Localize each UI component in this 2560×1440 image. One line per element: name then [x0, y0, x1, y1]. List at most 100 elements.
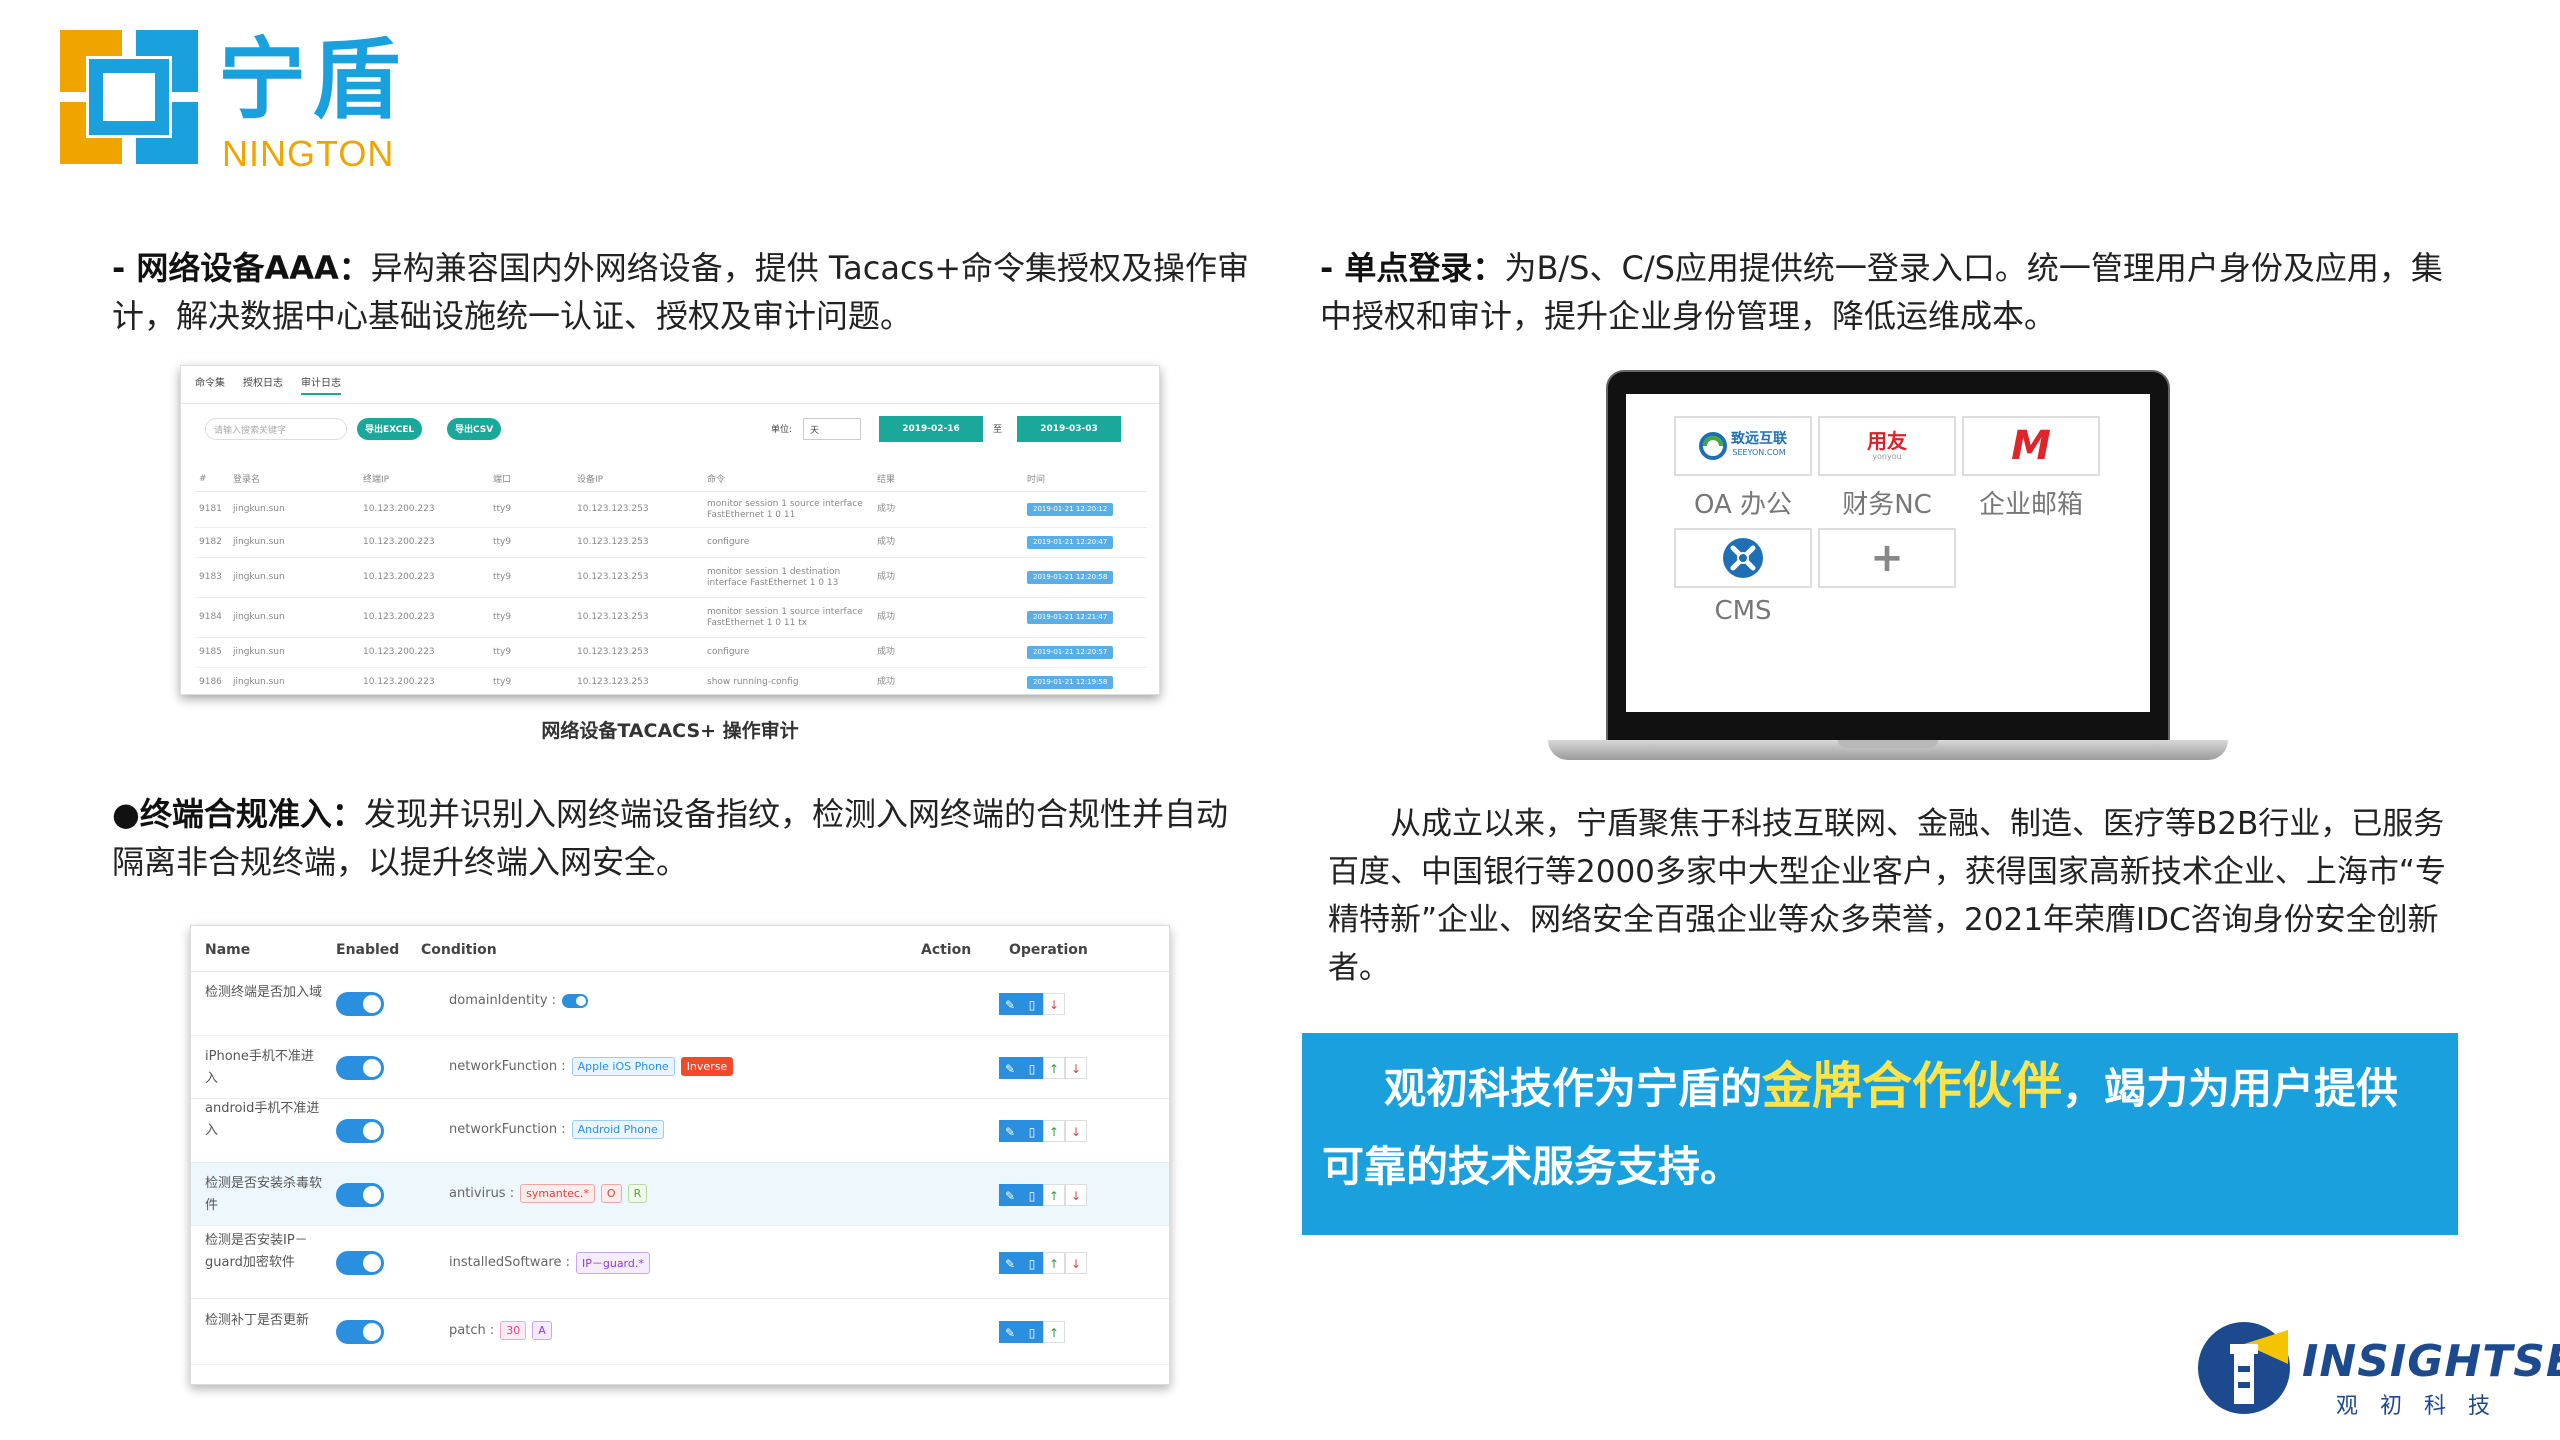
policy-condition: networkFunction : Apple iOS Phone Inverse — [449, 1056, 734, 1076]
app-cms[interactable]: CMS — [1674, 528, 1812, 626]
edit-icon[interactable]: ✎ — [999, 1120, 1021, 1142]
add-app-box: + — [1818, 528, 1956, 588]
logo-en-text: NINGTON — [222, 133, 395, 174]
export-excel-button[interactable]: 导出EXCEL — [357, 418, 423, 440]
delete-icon[interactable]: ▯ — [1021, 1056, 1043, 1079]
delete-icon[interactable]: ▯ — [1021, 1251, 1043, 1274]
policy-condition: antivirus : symantec.* O R — [449, 1183, 648, 1203]
cell-time: 2019-01-21 12:20:57 — [1023, 637, 1147, 668]
col-operation: Operation — [1009, 942, 1088, 958]
unit-select[interactable]: 天 — [803, 418, 861, 440]
policy-operations: ✎ ▯ ↓ — [999, 993, 1065, 1015]
col-terminal-ip: 终端IP — [359, 466, 489, 492]
cell-login: jingkun.sun — [229, 557, 359, 598]
edit-icon[interactable]: ✎ — [999, 1056, 1021, 1079]
tab-auth-log[interactable]: 授权日志 — [243, 374, 283, 395]
aaa-table-row: 9182 jingkun.sun 10.123.200.223 tty9 10.123.… — [195, 527, 1147, 558]
col-enabled: Enabled — [336, 942, 400, 958]
date-to-button[interactable]: 2019-03-03 — [1017, 416, 1121, 442]
app-finance-label: 财务NC — [1842, 490, 1932, 520]
edit-icon[interactable]: ✎ — [999, 1183, 1021, 1206]
condition-tag: 30 — [500, 1321, 527, 1340]
cell-port: tty9 — [489, 637, 573, 668]
aaa-audit-screenshot: 命令集 授权日志 审计日志 请输入搜索关键字 导出EXCEL 导出CSV 单位:… — [180, 365, 1160, 695]
move-up-icon[interactable]: ↑ — [1043, 1183, 1065, 1206]
app-mail[interactable]: M 企业邮箱 — [1962, 416, 2100, 521]
cell-command: monitor session 1 destination interface … — [703, 557, 873, 598]
export-csv-button[interactable]: 导出CSV — [447, 418, 502, 440]
delete-icon[interactable]: ▯ — [1021, 1183, 1043, 1206]
time-badge: 2019-01-21 12:20:47 — [1027, 536, 1114, 549]
date-from-button[interactable]: 2019-02-16 — [879, 416, 983, 442]
partner-pre: 观初科技作为宁盾的 — [1384, 1064, 1763, 1113]
aaa-search-input[interactable]: 请输入搜索关键字 — [205, 418, 347, 440]
delete-icon[interactable]: ▯ — [1021, 993, 1043, 1015]
policy-enabled-toggle[interactable] — [336, 1055, 384, 1080]
cell-time: 2019-01-21 12:20:12 — [1023, 491, 1147, 528]
cell-login: jingkun.sun — [229, 491, 359, 528]
cms-joomla-icon — [1723, 538, 1763, 578]
cell-index: 9186 — [195, 667, 229, 694]
edit-icon[interactable]: ✎ — [999, 1321, 1021, 1343]
partner-banner: 观初科技作为宁盾的金牌合作伙伴，竭力为用户提供可靠的技术服务支持。 — [1302, 1033, 2458, 1235]
move-up-icon[interactable]: ↑ — [1043, 1251, 1065, 1274]
aaa-audit-table: # 登录名 终端IP 端口 设备IP 命令 结果 时间 9181 jingkun.… — [195, 466, 1147, 694]
cell-terminal-ip: 10.123.200.223 — [359, 527, 489, 558]
company-intro: 从成立以来，宁盾聚焦于科技互联网、金融、制造、医疗等B2B行业，已服务百度、中国… — [1328, 806, 2446, 986]
nac-title: ●终端合规准入： — [112, 795, 364, 833]
cell-login: jingkun.sun — [229, 527, 359, 558]
col-index: # — [195, 466, 229, 492]
delete-icon[interactable]: ▯ — [1021, 1321, 1043, 1343]
app-oa[interactable]: 致远互联 SEEYON.COM OA 办公 — [1674, 416, 1812, 521]
move-up-icon[interactable]: ↑ — [1043, 1056, 1065, 1079]
condition-tag: R — [627, 1183, 648, 1203]
policy-operations: ✎ ▯ ↑ ↓ — [999, 1251, 1087, 1274]
aaa-table-header: # 登录名 终端IP 端口 设备IP 命令 结果 时间 — [195, 466, 1147, 492]
move-up-icon[interactable]: ↑ — [1043, 1321, 1065, 1343]
policy-condition: installedSoftware : IP－guard.* — [449, 1251, 650, 1274]
cell-terminal-ip: 10.123.200.223 — [359, 637, 489, 668]
move-down-icon[interactable]: ↓ — [1065, 1120, 1087, 1142]
policy-enabled-toggle[interactable] — [336, 1182, 384, 1207]
cell-index: 9184 — [195, 597, 229, 638]
delete-icon[interactable]: ▯ — [1021, 1120, 1043, 1142]
cell-command: show running-config — [703, 667, 873, 694]
col-time: 时间 — [1023, 466, 1147, 492]
aaa-table-body: 9181 jingkun.sun 10.123.200.223 tty9 10.123.… — [195, 491, 1147, 694]
policy-condition: patch : 30 A — [449, 1321, 552, 1340]
move-up-icon[interactable]: ↑ — [1043, 1120, 1065, 1142]
yonyou-logo-text: 用友 — [1867, 429, 1907, 453]
policy-enabled-toggle[interactable] — [336, 1250, 384, 1275]
move-down-icon[interactable]: ↓ — [1065, 1251, 1087, 1274]
app-finance[interactable]: 用友 yonyou 财务NC — [1818, 416, 1956, 521]
laptop-screen: 致远互联 SEEYON.COM OA 办公 用友 yonyou 财务NC M 企… — [1626, 394, 2150, 712]
condition-switch[interactable] — [562, 993, 589, 1008]
edit-icon[interactable]: ✎ — [999, 993, 1021, 1015]
cell-time: 2019-01-21 12:20:47 — [1023, 527, 1147, 558]
partner-highlight: 金牌合作伙伴 — [1762, 1057, 2063, 1115]
tab-audit-log[interactable]: 审计日志 — [301, 374, 341, 395]
cell-index: 9185 — [195, 637, 229, 668]
cell-result: 成功 — [873, 491, 1023, 528]
app-add[interactable]: + — [1818, 528, 1956, 588]
move-down-icon[interactable]: ↓ — [1065, 1056, 1087, 1079]
edit-icon[interactable]: ✎ — [999, 1251, 1021, 1274]
move-down-icon[interactable]: ↓ — [1043, 993, 1065, 1015]
cell-device-ip: 10.123.123.253 — [573, 491, 703, 528]
policy-enabled-toggle[interactable] — [336, 1320, 384, 1344]
sso-paragraph: - 单点登录：为B/S、C/S应用提供统一登录入口。统一管理用户身份及应用，集中… — [1320, 244, 2460, 340]
cell-device-ip: 10.123.123.253 — [573, 597, 703, 638]
policy-name: iPhone手机不准进入 — [205, 1048, 314, 1086]
move-down-icon[interactable]: ↓ — [1065, 1183, 1087, 1206]
nac-paragraph: ●终端合规准入：发现并识别入网终端设备指纹，检测入网终端的合规性并自动隔离非合规… — [112, 790, 1252, 886]
policy-name: 检测补丁是否更新 — [205, 1313, 310, 1328]
policy-enabled-toggle[interactable] — [336, 1119, 384, 1143]
seeyon-logo: 致远互联 SEEYON.COM — [1674, 416, 1812, 476]
cell-time: 2019-01-21 12:20:58 — [1023, 557, 1147, 598]
time-badge: 2019-01-21 12:20:58 — [1027, 571, 1114, 584]
col-action: Action — [921, 942, 972, 958]
col-name: Name — [205, 942, 251, 958]
col-command: 命令 — [703, 466, 873, 492]
policy-enabled-toggle[interactable] — [336, 992, 384, 1016]
tab-command-set[interactable]: 命令集 — [195, 374, 225, 395]
